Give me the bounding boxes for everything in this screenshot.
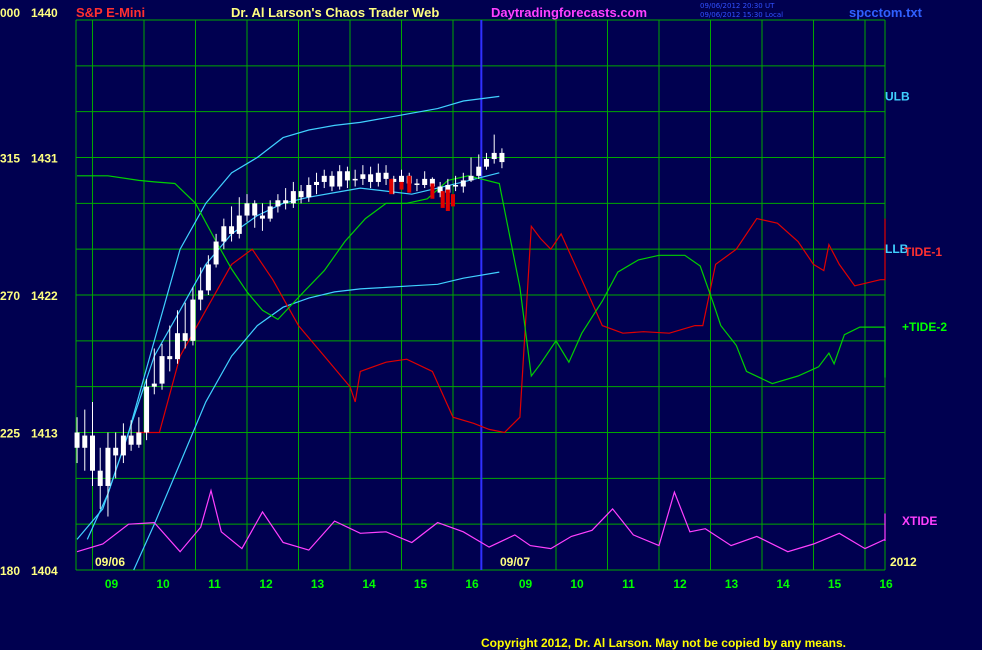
price-bar-body: [267, 206, 273, 219]
x-axis-hour-label: 11: [622, 577, 635, 591]
price-bar-body: [82, 435, 88, 448]
series-label-ulb: ULB: [885, 89, 910, 103]
price-bar-body: [460, 180, 466, 187]
price-bar-body: [113, 447, 119, 456]
price-bar-red: [389, 178, 394, 195]
price-bar-red: [445, 189, 450, 211]
price-bar-body: [221, 226, 227, 242]
price-bar-body: [182, 333, 188, 341]
price-bar-red: [440, 191, 445, 208]
x-axis-hour-label: 09: [105, 577, 119, 591]
website-label: Daytradingforecasts.com: [491, 5, 647, 20]
chart-svg: S&P E-Mini Dr. Al Larson's Chaos Trader …: [0, 0, 982, 650]
series-label-tide1: TIDE-1: [904, 245, 942, 259]
price-bar-body: [167, 356, 173, 360]
price-bar-red: [430, 183, 435, 199]
date-label-1: 09/06: [95, 555, 125, 569]
price-bar-body: [229, 226, 235, 234]
series-label-tide2: +TIDE-2: [902, 320, 947, 334]
price-bar-body: [198, 290, 204, 300]
price-bar-body: [422, 178, 428, 185]
price-bar-body: [383, 172, 389, 179]
copyright: Copyright 2012, Dr. Al Larson. May not b…: [481, 636, 846, 650]
price-bar-body: [352, 178, 358, 181]
price-bar-body: [90, 435, 95, 471]
price-bar-body: [174, 333, 180, 360]
price-bar-body: [236, 215, 242, 234]
price-bar-body: [499, 152, 505, 163]
price-bar-body: [360, 174, 366, 179]
price-bar-body: [368, 174, 374, 182]
y-axis-label-left: 270: [0, 289, 20, 303]
price-bar-body: [314, 181, 320, 185]
price-bar-body: [252, 203, 258, 216]
price-bar-body: [97, 470, 103, 486]
price-bar-body: [399, 175, 404, 182]
x-axis-hour-label: 12: [673, 577, 687, 591]
series-label-xtide: XTIDE: [902, 514, 937, 528]
price-bar-body: [283, 200, 289, 204]
x-axis-hour-label: 16: [465, 577, 479, 591]
timestamp-local: 09/06/2012 15:30 Local: [700, 11, 783, 19]
price-bar-body: [290, 191, 296, 204]
y-axis-label-price: 1404: [31, 564, 58, 578]
x-axis-hour-label: 10: [156, 577, 170, 591]
price-bar-body: [329, 175, 335, 187]
x-axis-hour-label: 13: [311, 577, 325, 591]
y-axis-label-left: 225: [0, 427, 20, 441]
y-axis-label-price: 1440: [31, 6, 58, 20]
price-bar-red: [451, 194, 455, 207]
price-bar-body: [337, 171, 343, 187]
y-axis-label-left: 180: [0, 564, 20, 578]
price-bar-body: [213, 241, 219, 265]
price-bar-body: [136, 432, 142, 445]
price-bar-body: [275, 200, 281, 207]
price-bar-body: [476, 166, 482, 176]
price-bar-body: [105, 447, 111, 486]
price-bar-body: [491, 152, 497, 160]
price-bar-body: [205, 264, 211, 291]
x-axis-hour-label: 10: [570, 577, 584, 591]
y-axis-label-price: 1413: [31, 427, 58, 441]
price-bar-body: [453, 185, 459, 187]
x-axis-hour-label: 13: [725, 577, 739, 591]
price-bar-body: [375, 172, 381, 182]
file-label: spcctom.txt: [849, 5, 923, 20]
price-bar-body: [128, 435, 134, 445]
x-axis-hour-label: 14: [362, 577, 376, 591]
price-bar-body: [321, 175, 327, 182]
x-axis-hour-label: 16: [879, 577, 893, 591]
price-bar-body: [306, 185, 312, 198]
price-bar-body: [151, 383, 157, 387]
x-axis-hour-label: 14: [776, 577, 790, 591]
price-bar-body: [244, 203, 250, 216]
price-bar-body: [468, 175, 474, 181]
x-axis-hour-label: 11: [208, 577, 221, 591]
price-bar-body: [298, 191, 304, 198]
x-axis-hour-label: 09: [519, 577, 533, 591]
timestamp-ut: 09/06/2012 20:30 UT: [700, 2, 775, 10]
price-bar-body: [144, 386, 150, 433]
y-axis-label-price: 1422: [31, 289, 58, 303]
price-bar-body: [74, 432, 80, 448]
price-bar-body: [414, 183, 420, 185]
y-axis-label-left: 000: [0, 6, 20, 20]
price-bar-body: [259, 215, 265, 219]
y-axis-label-left: 315: [0, 152, 20, 166]
x-axis-hour-label: 15: [828, 577, 842, 591]
price-bar-red: [399, 181, 404, 190]
y-axis-label-price: 1431: [31, 152, 58, 166]
instrument-title: S&P E-Mini: [76, 5, 145, 20]
x-axis-hour-label: 12: [259, 577, 273, 591]
price-bar-red: [407, 175, 412, 193]
price-bar-body: [344, 171, 350, 181]
year-label: 2012: [890, 555, 917, 569]
page-title: Dr. Al Larson's Chaos Trader Web: [231, 5, 439, 20]
price-bar-body: [159, 356, 165, 384]
price-bar-body: [483, 159, 489, 167]
x-axis-hour-label: 15: [414, 577, 428, 591]
price-bar-body: [190, 299, 196, 341]
price-bar-body: [120, 435, 126, 456]
date-label-2: 09/07: [500, 555, 530, 569]
